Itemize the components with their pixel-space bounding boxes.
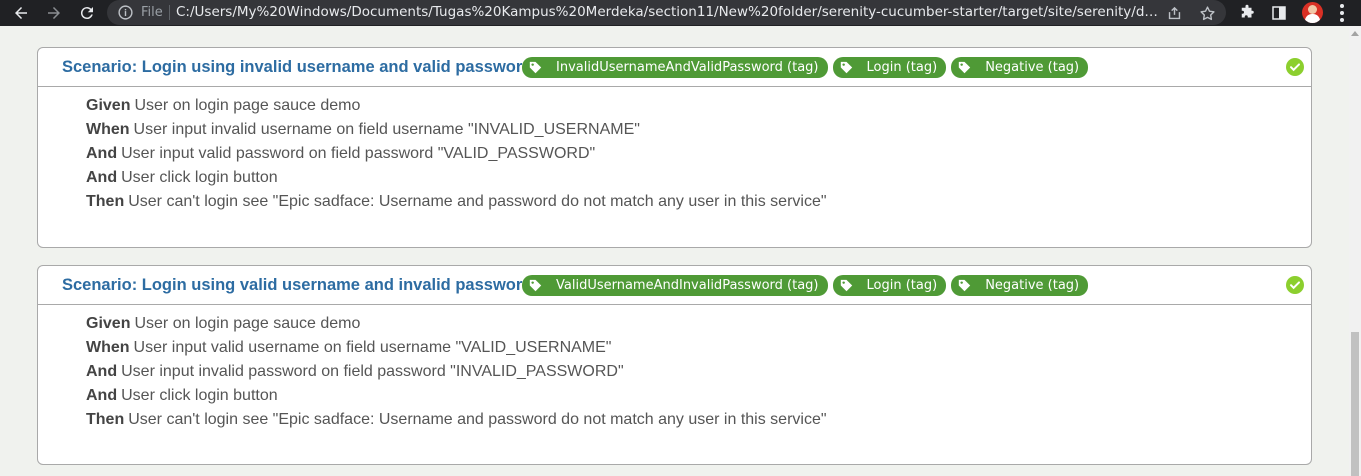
tag-label: ValidUsernameAndInvalidPassword (tag) [556,278,819,293]
step-keyword: When [86,121,130,138]
omnibox-divider [169,5,170,20]
scenario-card: Scenario: Login using valid username and… [37,265,1312,465]
step-keyword: Given [86,315,131,332]
step-text: User click login button [121,169,278,186]
scenario-header: Scenario: Login using invalid username a… [38,48,1311,87]
tag-badge[interactable]: Negative (tag) [951,275,1089,296]
passed-check-icon [1286,58,1304,76]
step-text: User on login page sauce demo [134,97,361,114]
info-icon[interactable] [117,4,134,21]
url-text[interactable]: C:/Users/My%20Windows/Documents/Tugas%20… [176,4,1161,20]
browser-toolbar: File C:/Users/My%20Windows/Documents/Tug… [0,0,1361,26]
forward-icon[interactable] [42,1,66,25]
tag-list: ValidUsernameAndInvalidPassword (tag) Lo… [522,275,1089,296]
step-item: When User input valid username on field u… [86,339,1311,363]
back-icon[interactable] [9,1,33,25]
tag-label: Negative (tag) [985,278,1080,293]
step-keyword: Then [86,411,125,428]
profile-avatar[interactable] [1302,2,1323,23]
step-keyword: And [86,387,118,404]
scenario-card: Scenario: Login using invalid username a… [37,47,1312,248]
step-item: And User click login button [86,169,1311,193]
step-item: When User input invalid username on field… [86,121,1311,145]
step-item: Given User on login page sauce demo [86,97,1311,121]
tag-badge[interactable]: Login (tag) [832,275,947,296]
scroll-up-arrow-icon[interactable] [1349,26,1361,40]
step-text: User input valid password on field passw… [121,145,596,162]
step-list: Given User on login page sauce demo When U… [38,305,1311,435]
tag-badge[interactable]: Login (tag) [832,57,947,78]
scenario-header: Scenario: Login using valid username and… [38,266,1311,305]
step-keyword: And [86,169,118,186]
report-content: Scenario: Login using invalid username a… [0,26,1349,476]
step-text: User can't login see "Epic sadface: User… [128,193,827,210]
tag-icon [840,279,852,292]
step-list: Given User on login page sauce demo When U… [38,87,1311,217]
tag-label: Login (tag) [866,60,938,75]
step-item: Then User can't login see "Epic sadface: … [86,411,1311,435]
step-keyword: Then [86,193,125,210]
tag-label: Negative (tag) [985,60,1080,75]
step-text: User can't login see "Epic sadface: User… [128,411,827,428]
step-text: User click login button [121,387,278,404]
tag-icon [840,61,852,74]
menu-icon[interactable] [1334,3,1350,23]
step-item: Given User on login page sauce demo [86,315,1311,339]
tag-icon [529,61,542,74]
extensions-icon[interactable] [1236,2,1258,24]
step-text: User on login page sauce demo [134,315,361,332]
step-text: User input valid username on field usern… [133,339,612,356]
tag-badge[interactable]: Negative (tag) [951,57,1089,78]
step-item: And User click login button [86,387,1311,411]
tag-icon [959,279,971,292]
tag-label: Login (tag) [866,278,938,293]
scenario-title[interactable]: Scenario: Login using valid username and… [62,276,532,295]
scenario-title[interactable]: Scenario: Login using invalid username a… [62,58,532,77]
step-item: And User input invalid password on field … [86,363,1311,387]
step-keyword: When [86,339,130,356]
passed-check-icon [1286,276,1304,294]
tag-icon [529,279,542,292]
tag-badge[interactable]: ValidUsernameAndInvalidPassword (tag) [522,275,828,296]
tag-icon [959,61,971,74]
star-icon[interactable] [1197,3,1217,23]
step-keyword: And [86,145,118,162]
tag-list: InvalidUsernameAndValidPassword (tag) Lo… [522,57,1089,78]
tag-badge[interactable]: InvalidUsernameAndValidPassword (tag) [522,57,828,78]
share-icon[interactable] [1164,3,1184,23]
address-bar[interactable]: File C:/Users/My%20Windows/Documents/Tug… [107,0,1226,25]
tag-label: InvalidUsernameAndValidPassword (tag) [556,60,819,75]
step-item: And User input valid password on field pa… [86,145,1311,169]
step-text: User input invalid username on field use… [133,121,640,138]
file-scheme-label: File [141,5,163,20]
side-panel-icon[interactable] [1268,2,1290,24]
step-item: Then User can't login see "Epic sadface: … [86,193,1311,217]
vertical-scrollbar[interactable] [1349,26,1361,476]
reload-icon[interactable] [75,1,99,25]
scrollbar-thumb[interactable] [1351,332,1359,476]
step-keyword: And [86,363,118,380]
step-keyword: Given [86,97,131,114]
step-text: User input invalid password on field pas… [121,363,624,380]
